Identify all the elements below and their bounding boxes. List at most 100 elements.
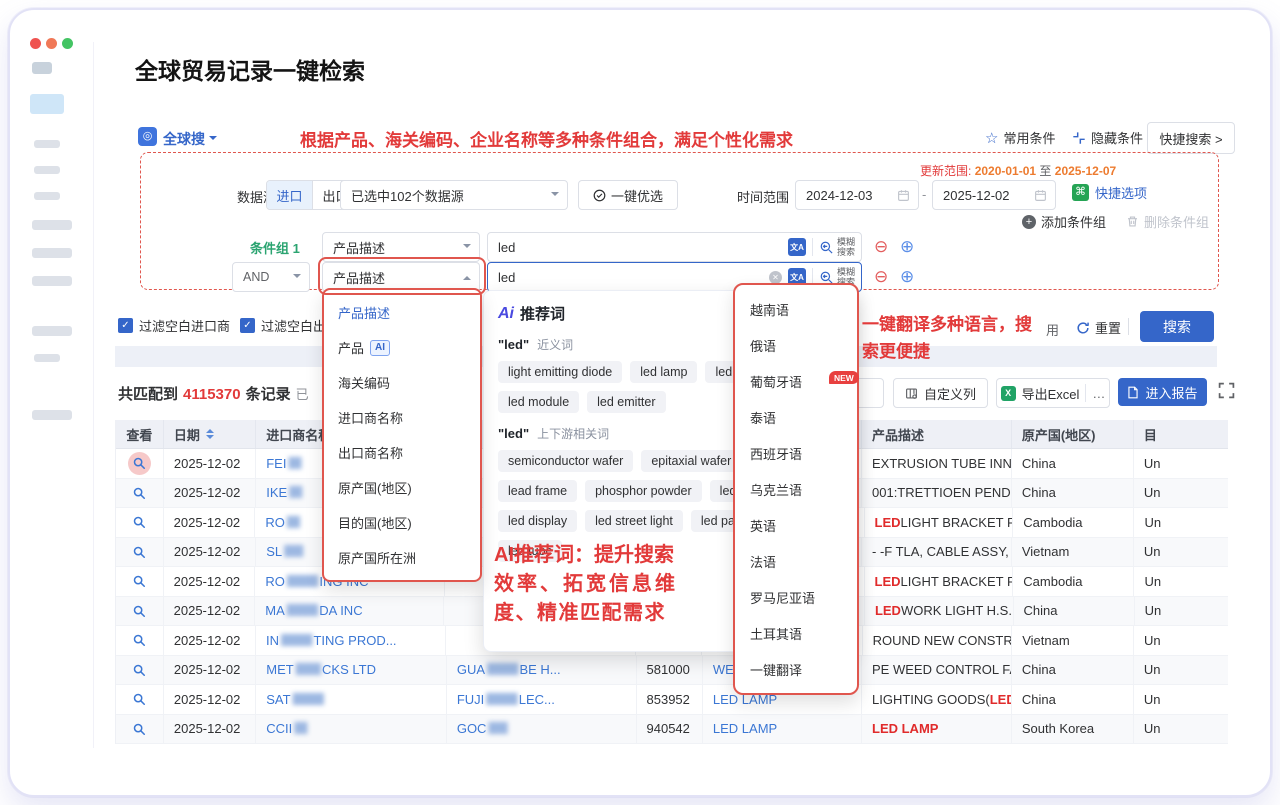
importer-link[interactable]: DA INC — [319, 603, 362, 618]
suggested-term-tag[interactable]: lead frame — [498, 480, 577, 502]
remove-condition-button[interactable]: ⊖ — [874, 268, 888, 285]
language-menu-item[interactable]: 英语 — [735, 507, 857, 543]
importer-link[interactable]: IKE — [266, 485, 287, 500]
translate-icon[interactable]: 文A — [788, 238, 806, 256]
field-menu-item[interactable]: 出口商名称 — [324, 435, 480, 470]
more-actions-button[interactable]: … — [1092, 386, 1105, 401]
field-menu-item[interactable]: 进口商名称 — [324, 400, 480, 435]
language-menu-item[interactable]: 西班牙语 — [735, 435, 857, 471]
field-menu-item[interactable]: 原产国所在洲 — [324, 540, 480, 575]
language-menu-item[interactable]: 泰语 — [735, 399, 857, 435]
delete-condition-group-button[interactable]: 删除条件组 — [1126, 212, 1209, 231]
importer-link[interactable]: RO — [265, 515, 285, 530]
sidebar-item[interactable] — [32, 410, 72, 420]
date-to-input[interactable]: 2025-12-02 — [932, 180, 1056, 210]
quick-options-button[interactable]: ⌘ 快捷选项 — [1072, 183, 1147, 202]
datasource-select[interactable]: 已选中102个数据源 — [340, 180, 568, 210]
language-menu-item[interactable]: 法语 — [735, 543, 857, 579]
enter-report-button[interactable]: 进入报告 — [1118, 378, 1207, 406]
add-condition-button[interactable]: ⊕ — [900, 238, 914, 255]
sidebar-item[interactable] — [34, 166, 60, 174]
add-condition-button[interactable]: ⊕ — [900, 268, 914, 285]
view-record-button[interactable] — [116, 538, 164, 567]
language-menu-item[interactable]: 罗马尼亚语 — [735, 579, 857, 615]
sidebar-item[interactable] — [32, 62, 52, 74]
hide-conditions-button[interactable]: 隐藏条件 — [1072, 128, 1143, 147]
sidebar-item[interactable] — [32, 248, 72, 258]
field-menu-item[interactable]: 海关编码 — [324, 365, 480, 400]
sidebar-item[interactable] — [34, 140, 60, 148]
window-zoom-dot[interactable] — [62, 38, 73, 49]
sidebar-item[interactable] — [32, 326, 72, 336]
suggested-term-tag[interactable]: led street light — [585, 510, 683, 532]
date-from-input[interactable]: 2024-12-03 — [795, 180, 919, 210]
view-record-button[interactable] — [116, 567, 164, 596]
view-record-button[interactable] — [116, 685, 164, 714]
keyword-link[interactable]: LED LAMP — [713, 721, 777, 736]
quick-search-button[interactable]: 快捷搜索 > — [1147, 122, 1235, 154]
exporter-link[interactable]: GUA — [457, 662, 485, 677]
language-menu-item[interactable]: 乌克兰语 — [735, 471, 857, 507]
customize-columns-button[interactable]: 自定义列 — [893, 378, 988, 408]
suggested-term-tag[interactable]: light emitting diode — [498, 361, 622, 383]
suggested-term-tag[interactable]: led display — [498, 510, 577, 532]
one-click-optimize-button[interactable]: 一键优选 — [578, 180, 678, 210]
window-close-dot[interactable] — [30, 38, 41, 49]
fuzzy-search-toggle[interactable]: 模糊搜索 — [813, 237, 861, 258]
importer-link[interactable]: FEI — [266, 456, 286, 471]
import-tab[interactable]: 进口 — [267, 181, 312, 209]
language-menu-item[interactable]: 土耳其语 — [735, 615, 857, 651]
exporter-link[interactable]: FUJI — [457, 692, 484, 707]
col-date[interactable]: 日期 — [164, 420, 256, 448]
field-menu-item[interactable]: 目的国(地区) — [324, 505, 480, 540]
view-record-button[interactable] — [116, 479, 164, 508]
favorite-conditions-button[interactable]: ☆ 常用条件 — [985, 128, 1055, 147]
exporter-link[interactable]: LEC... — [519, 692, 555, 707]
add-condition-group-button[interactable]: + 添加条件组 — [1022, 212, 1106, 231]
view-record-button[interactable] — [116, 508, 164, 537]
clear-input-icon[interactable]: ✕ — [769, 271, 782, 284]
remove-condition-button[interactable]: ⊖ — [874, 238, 888, 255]
suggested-term-tag[interactable]: semiconductor wafer — [498, 450, 633, 472]
filter-blank-importer-checkbox[interactable]: ✓ 过滤空白进口商 — [118, 316, 230, 335]
language-menu-item[interactable]: 俄语 — [735, 327, 857, 363]
field-select-row1[interactable]: 产品描述 — [322, 232, 480, 262]
importer-link[interactable]: SL — [266, 544, 282, 559]
sidebar-item[interactable] — [34, 192, 60, 200]
field-menu-item[interactable]: 原产国(地区) — [324, 470, 480, 505]
view-record-button[interactable] — [116, 597, 164, 626]
exporter-link[interactable]: BE H... — [519, 662, 560, 677]
sidebar-item-active[interactable] — [30, 94, 64, 114]
importer-link[interactable]: TING PROD... — [313, 633, 396, 648]
search-button[interactable]: 搜索 — [1140, 311, 1214, 342]
boolean-operator-select[interactable]: AND — [232, 262, 310, 292]
view-record-button[interactable] — [116, 656, 164, 685]
field-menu-item[interactable]: 产品AI — [324, 330, 480, 365]
export-excel-button[interactable]: X 导出Excel … — [996, 378, 1110, 408]
view-record-button[interactable] — [116, 449, 164, 478]
view-record-button[interactable] — [116, 715, 164, 744]
sidebar-item[interactable] — [34, 354, 60, 362]
importer-link[interactable]: RO — [265, 574, 285, 589]
window-minimize-dot[interactable] — [46, 38, 57, 49]
search-value-input-row1[interactable]: led 文A 模糊搜索 — [487, 232, 862, 262]
suggested-term-tag[interactable]: led emitter — [587, 391, 665, 413]
scope-selector[interactable]: 全球搜 — [163, 129, 217, 149]
suggested-term-tag[interactable]: led lamp — [630, 361, 697, 383]
importer-link[interactable]: CCII — [266, 721, 292, 736]
importer-link[interactable]: CKS LTD — [322, 662, 376, 677]
sort-icon[interactable] — [206, 429, 214, 439]
suggested-term-tag[interactable]: phosphor powder — [585, 480, 702, 502]
sidebar-item[interactable] — [32, 276, 72, 286]
view-record-button[interactable] — [116, 626, 164, 655]
sidebar-item[interactable] — [32, 220, 72, 230]
field-menu-item[interactable]: 产品描述 — [324, 295, 480, 330]
importer-link[interactable]: MET — [266, 662, 293, 677]
exporter-link[interactable]: GOC — [457, 721, 487, 736]
fullscreen-button[interactable] — [1218, 382, 1235, 404]
importer-link[interactable]: SAT — [266, 692, 290, 707]
reset-button[interactable]: 重置 — [1076, 318, 1121, 337]
importer-link[interactable]: MA — [265, 603, 285, 618]
importer-link[interactable]: IN — [266, 633, 279, 648]
language-menu-item[interactable]: 一键翻译 — [735, 651, 857, 687]
